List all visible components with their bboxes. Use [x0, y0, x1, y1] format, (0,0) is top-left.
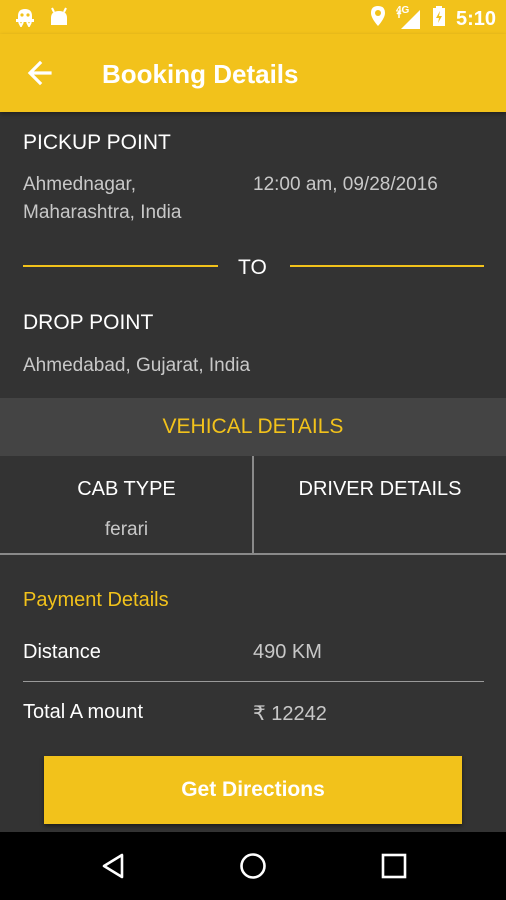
distance-label: Distance: [23, 641, 101, 663]
driver-details-label[interactable]: DRIVER DETAILS: [254, 478, 506, 501]
arrow-left-icon[interactable]: [26, 59, 54, 87]
distance-value: 490 KM: [253, 641, 322, 663]
cab-type-cell: CAB TYPE ferari: [0, 456, 253, 554]
vehicle-details-header: VEHICAL DETAILS: [0, 398, 506, 456]
home-circle-icon[interactable]: [237, 850, 269, 882]
pickup-datetime: 12:00 am, 09/28/2016: [253, 174, 438, 195]
status-right: 4G 5:10: [370, 5, 496, 33]
ghost-icon: [14, 7, 36, 32]
get-directions-button[interactable]: Get Directions: [44, 756, 462, 824]
back-triangle-icon[interactable]: [98, 850, 130, 882]
cab-type-label: CAB TYPE: [77, 478, 176, 500]
payment-row-divider: [23, 681, 484, 682]
android-icon: [48, 7, 70, 32]
battery-icon: [432, 5, 446, 33]
signal-icon: 4G: [396, 5, 422, 30]
status-bar: 4G 5:10: [0, 0, 506, 34]
separator-label: TO: [238, 256, 267, 279]
app-bar: Booking Details: [0, 34, 506, 112]
payment-heading: Payment Details: [23, 589, 169, 611]
drop-address: Ahmedabad, Gujarat, India: [23, 355, 251, 376]
amount-label: Total A mount: [23, 701, 144, 723]
pickup-address-line1: Ahmednagar,: [23, 174, 137, 195]
page-title: Booking Details: [102, 59, 299, 89]
location-icon: [370, 5, 386, 33]
drop-heading: DROP POINT: [23, 311, 154, 334]
pickup-address-line2: Maharashtra, India: [23, 202, 182, 223]
vehicle-details-title: VEHICAL DETAILS: [162, 415, 344, 438]
vehicle-bottom-divider: [0, 553, 506, 555]
recents-square-icon[interactable]: [378, 850, 410, 882]
status-left-icons: [14, 7, 70, 32]
clock: 5:10: [455, 7, 496, 30]
separator-line-left: [23, 265, 218, 267]
cab-type-value: ferari: [104, 519, 149, 540]
navigation-bar: [0, 832, 506, 900]
pickup-heading: PICKUP POINT: [23, 131, 171, 154]
separator-line-right: [290, 265, 484, 267]
driver-details-cell[interactable]: DRIVER DETAILS: [254, 456, 506, 554]
amount-value: ₹ 12242: [253, 703, 327, 725]
